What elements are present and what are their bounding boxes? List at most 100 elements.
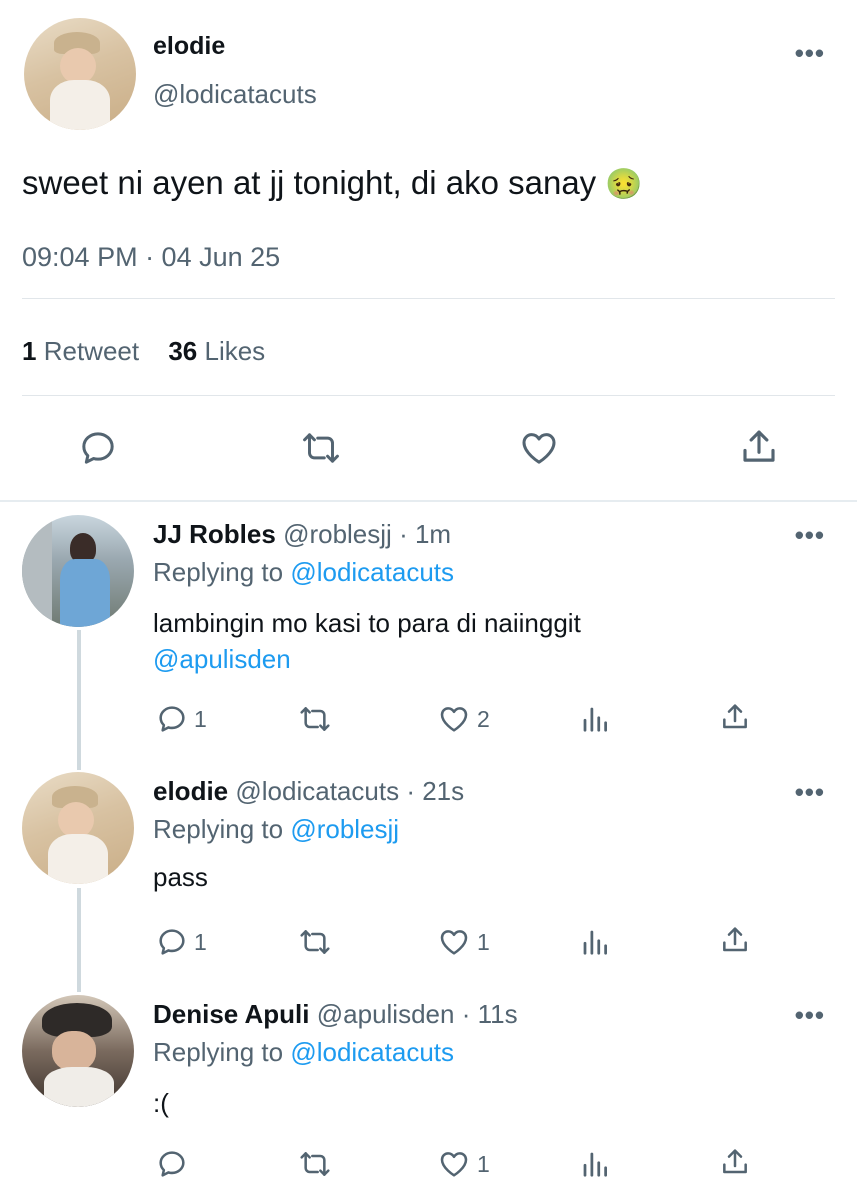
handle[interactable]: @apulisden [317, 999, 455, 1029]
reply-button[interactable]: 1 [156, 926, 207, 958]
reply-count: 1 [194, 705, 207, 732]
thread-connector [77, 888, 81, 992]
body-shape [44, 1067, 114, 1107]
more-options-button[interactable]: ••• [795, 522, 825, 548]
building-shape [22, 515, 52, 627]
mention-link[interactable]: @apulisden [153, 641, 581, 677]
face-shape [58, 802, 94, 838]
retweet-button[interactable] [296, 926, 340, 958]
replying-to-link[interactable]: @lodicatacuts [290, 557, 454, 587]
reply-button[interactable]: 1 [156, 703, 207, 735]
retweet-icon [300, 1152, 330, 1176]
like-count: 2 [477, 705, 490, 732]
likes-stat[interactable]: 36 Likes [168, 336, 265, 366]
face-shape [60, 48, 96, 84]
avatar[interactable] [22, 772, 134, 884]
share-button[interactable] [719, 923, 751, 957]
analytics-button[interactable] [580, 703, 610, 735]
retweet-label: Retweet [43, 336, 140, 366]
handle[interactable]: @lodicatacuts [153, 79, 317, 110]
replying-to: Replying to @lodicatacuts [153, 557, 454, 588]
reply-text-body: pass [153, 862, 208, 892]
analytics-button[interactable] [580, 1148, 610, 1180]
retweet-icon [300, 930, 330, 954]
share-button[interactable] [738, 426, 780, 468]
like-button[interactable]: 1 [437, 926, 490, 958]
time: · 11s [461, 999, 518, 1029]
timestamp[interactable]: 09:04 PM · 04 Jun 25 [22, 242, 280, 273]
reply-count: 1 [194, 928, 207, 955]
engagement-stats: 1 Retweet 36 Likes [22, 336, 265, 367]
replying-to-link[interactable]: @lodicatacuts [290, 1037, 454, 1067]
handle[interactable]: @lodicatacuts [235, 776, 399, 806]
replying-label: Replying to [153, 1037, 284, 1067]
likes-count: 36 [168, 336, 198, 366]
analytics-icon [583, 1152, 607, 1177]
like-button[interactable]: 1 [437, 1148, 490, 1180]
like-button[interactable]: 2 [437, 703, 490, 735]
replying-label: Replying to [153, 814, 284, 844]
section-divider [0, 500, 857, 502]
retweet-count: 1 [22, 336, 37, 366]
jacket-shape [60, 559, 110, 627]
retweet-button[interactable] [296, 1148, 340, 1180]
display-name[interactable]: elodie [153, 776, 228, 806]
share-icon [723, 927, 747, 952]
divider [22, 395, 835, 396]
reply-icon [159, 929, 185, 955]
reply-header: elodie @lodicatacuts · 21s [153, 776, 464, 807]
heart-icon [440, 930, 468, 955]
retweet-button[interactable] [296, 703, 340, 735]
analytics-icon [583, 930, 607, 955]
display-name[interactable]: Denise Apuli [153, 999, 310, 1029]
retweet-icon [300, 707, 330, 731]
analytics-button[interactable] [580, 926, 610, 958]
reply-icon [159, 706, 185, 732]
reply-header: JJ Robles @roblesjj · 1m [153, 519, 451, 550]
handle[interactable]: @roblesjj [283, 519, 392, 549]
share-button[interactable] [719, 700, 751, 734]
replying-label: Replying to [153, 557, 284, 587]
time: · 21s [406, 776, 465, 806]
display-name[interactable]: JJ Robles [153, 519, 276, 549]
share-icon [723, 1149, 747, 1174]
likes-label: Likes [204, 336, 266, 366]
reply-header: Denise Apuli @apulisden · 11s [153, 999, 518, 1030]
share-icon [743, 430, 775, 462]
more-options-button[interactable]: ••• [795, 40, 825, 66]
share-icon [723, 704, 747, 729]
reply-text-body: lambingin mo kasi to para di naiinggit [153, 608, 581, 638]
avatar[interactable] [24, 18, 136, 130]
retweet-icon [303, 433, 339, 463]
nauseated-face-emoji: 🤢 [605, 168, 643, 201]
heart-icon [440, 707, 468, 732]
replying-to-link[interactable]: @roblesjj [290, 814, 399, 844]
more-options-button[interactable]: ••• [795, 1002, 825, 1028]
thread-connector [77, 630, 81, 770]
heart-icon [440, 1152, 468, 1177]
like-button[interactable] [518, 428, 560, 468]
reply-icon [82, 432, 114, 464]
tweet-text: sweet ni ayen at jj tonight, di ako sana… [22, 164, 643, 202]
heart-icon [522, 433, 556, 464]
like-count: 1 [477, 928, 490, 955]
time: · 1m [399, 519, 452, 549]
avatar[interactable] [22, 515, 134, 627]
reply-button[interactable] [78, 428, 118, 468]
replying-to: Replying to @roblesjj [153, 814, 399, 845]
analytics-icon [583, 707, 607, 732]
like-count: 1 [477, 1150, 490, 1177]
retweet-stat[interactable]: 1 Retweet [22, 336, 146, 366]
divider [22, 298, 835, 299]
reply-text-body: :( [153, 1088, 169, 1118]
avatar[interactable] [22, 995, 134, 1107]
replying-to: Replying to @lodicatacuts [153, 1037, 454, 1068]
reply-icon [159, 1151, 185, 1177]
retweet-button[interactable] [298, 428, 344, 468]
reply-text: lambingin mo kasi to para di naiinggit @… [153, 605, 581, 677]
reply-button[interactable] [156, 1148, 194, 1180]
more-options-button[interactable]: ••• [795, 779, 825, 805]
share-button[interactable] [719, 1145, 751, 1179]
body-shape [50, 80, 110, 130]
display-name[interactable]: elodie [153, 32, 225, 61]
